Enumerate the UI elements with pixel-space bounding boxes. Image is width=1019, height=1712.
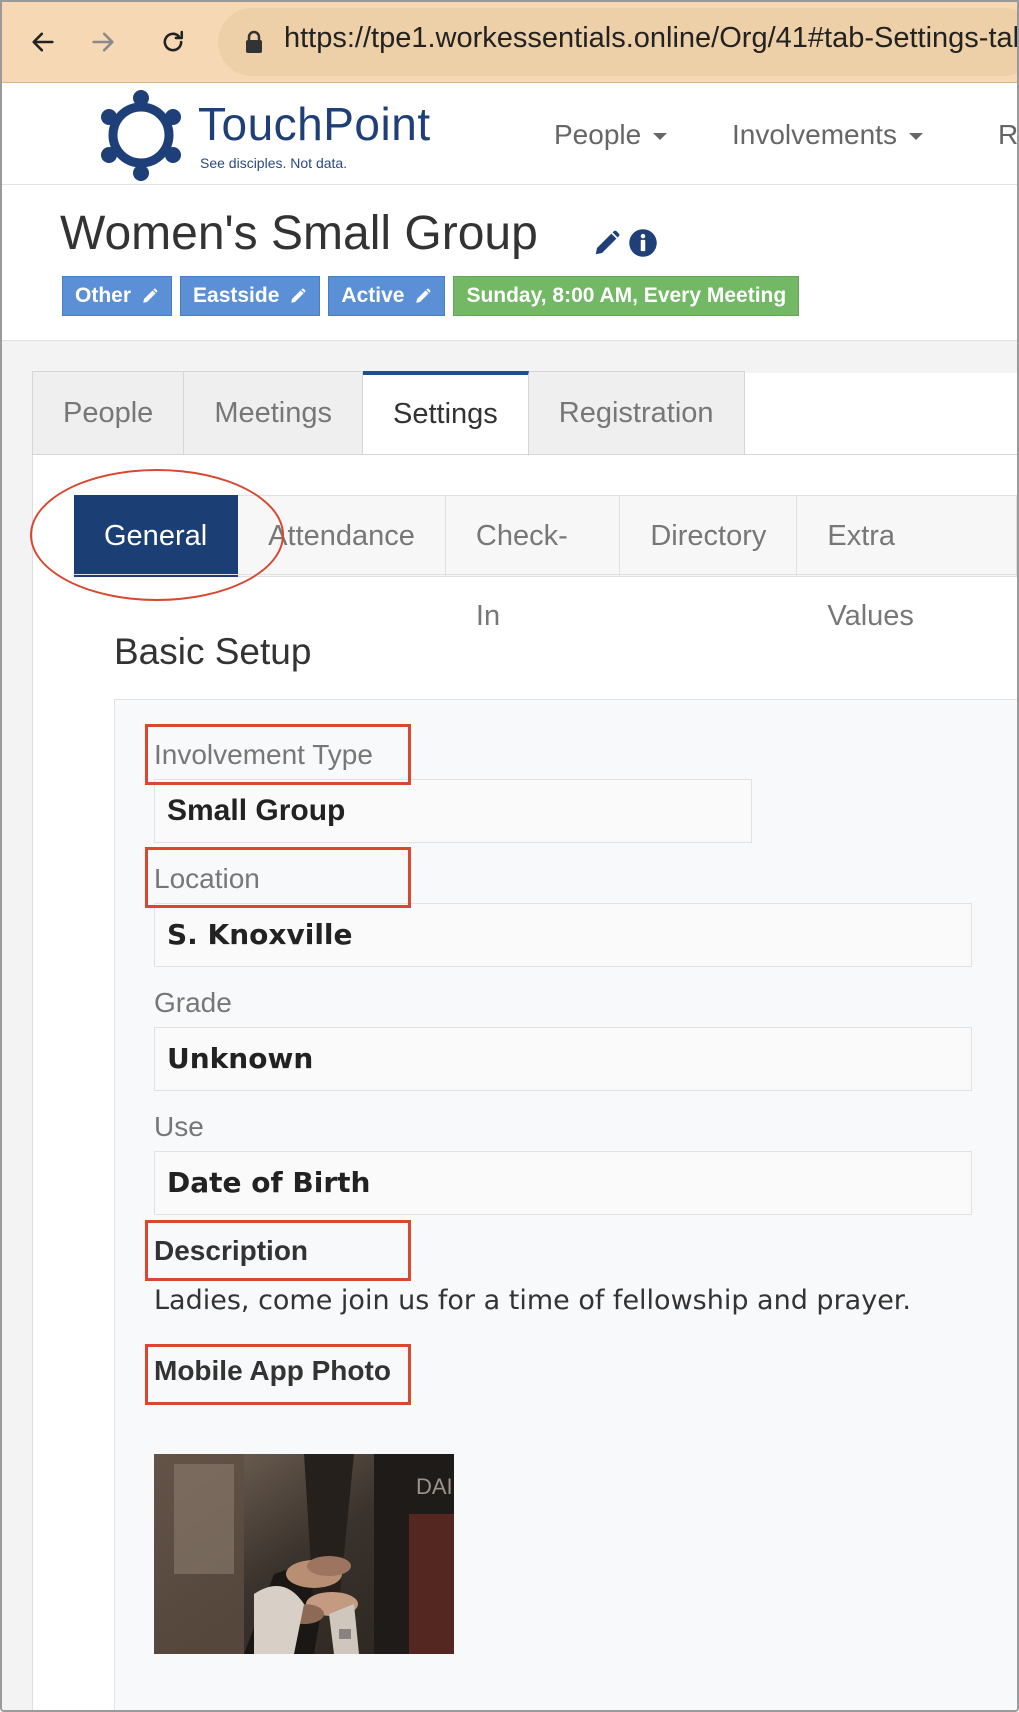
menu-involvements[interactable]: Involvements [732,119,923,151]
menu-involvements-label: Involvements [732,119,897,150]
involvement-badges: Other Eastside Active Sunday, 8:00 AM, E… [62,276,800,316]
menu-reports[interactable]: Re [998,119,1019,151]
grade-field[interactable]: Unknown [154,1027,972,1091]
arrow-left-icon [32,32,54,52]
top-navigation: TouchPoint See disciples. Not data. Peop… [2,83,1017,185]
tab-registration[interactable]: Registration [528,371,745,455]
content-area: People Meetings Settings Registration Ge… [2,340,1017,1710]
caret-down-icon [908,133,923,141]
badge-division-label: Eastside [193,284,280,307]
mobile-app-photo[interactable]: DAI [154,1454,454,1654]
main-tabs: People Meetings Settings Registration [32,371,745,456]
tabs-divider [32,454,1017,455]
back-button[interactable] [20,20,66,64]
badge-program-label: Other [75,284,132,307]
pencil-icon [143,288,158,303]
annotation-box [145,1220,411,1281]
title-actions [592,228,658,258]
annotation-box [145,847,411,908]
url-text: https://tpe1.workessentials.online/Org/4… [284,22,1019,54]
involvement-type-field[interactable]: Small Group [154,779,752,843]
caret-down-icon [653,133,668,141]
badge-schedule-label: Sunday, 8:00 AM, Every Meeting [466,284,787,307]
subtab-check-in[interactable]: Check-In [445,495,621,632]
badge-program[interactable]: Other [62,276,173,316]
reload-button[interactable] [150,20,196,64]
badge-schedule[interactable]: Sunday, 8:00 AM, Every Meeting [453,276,800,316]
menu-people[interactable]: People [554,119,668,151]
app-frame: https://tpe1.workessentials.online/Org/4… [0,0,1019,1712]
badge-status-label: Active [341,284,405,307]
reload-icon [163,30,184,52]
annotation-box [145,1344,411,1405]
page-title: Women's Small Group [60,207,538,260]
menu-reports-label: Re [998,119,1019,150]
forward-button[interactable] [80,20,126,64]
use-value: Date of Birth [167,1166,371,1199]
use-field[interactable]: Date of Birth [154,1151,972,1215]
pencil-icon[interactable] [592,228,622,258]
annotation-box [145,724,411,785]
tab-settings[interactable]: Settings [362,371,529,456]
praying-hands-photo: DAI [154,1454,454,1654]
section-title: Basic Setup [114,631,312,672]
menu-people-label: People [554,119,642,150]
annotation-ellipse [30,469,284,601]
arrow-right-icon [92,32,114,52]
description-text: Ladies, come join us for a time of fello… [154,1285,912,1316]
badge-division[interactable]: Eastside [180,276,321,316]
touchpoint-logo-icon[interactable] [100,89,182,181]
tab-meetings[interactable]: Meetings [184,371,363,455]
browser-toolbar: https://tpe1.workessentials.online/Org/4… [2,2,1017,83]
brand-tagline: See disciples. Not data. [200,155,348,171]
use-label: Use [154,1111,204,1142]
badge-status[interactable]: Active [328,276,446,316]
subtab-directory[interactable]: Directory [620,495,798,577]
svg-text:DAI: DAI [416,1474,453,1499]
location-value: S. Knoxville [167,918,353,951]
location-field[interactable]: S. Knoxville [154,903,972,967]
tab-people[interactable]: People [32,371,185,455]
grade-value: Unknown [167,1042,314,1075]
brand-name[interactable]: TouchPoint [198,97,431,151]
involvement-type-value: Small Group [167,794,346,827]
info-icon[interactable] [628,228,658,258]
address-bar[interactable]: https://tpe1.workessentials.online/Org/4… [218,8,1019,76]
lock-icon [246,30,262,53]
pencil-icon [291,288,306,303]
grade-label: Grade [154,987,232,1018]
subtab-extra-values[interactable]: Extra Values [797,495,1017,632]
pencil-icon [416,288,431,303]
